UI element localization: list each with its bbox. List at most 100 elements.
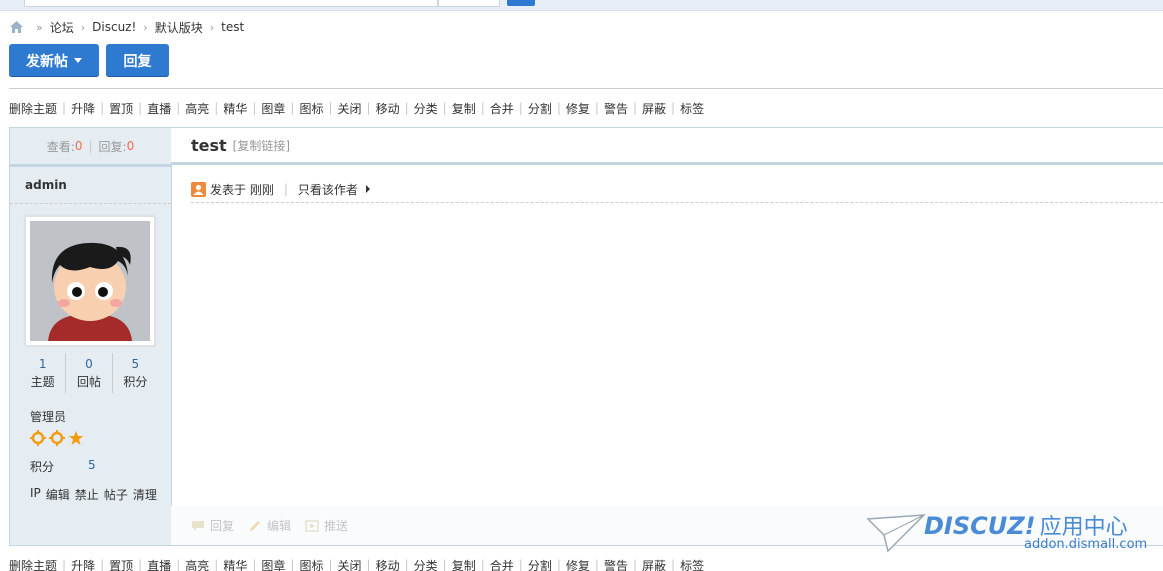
views-count: 0 — [74, 139, 83, 153]
search-type-select[interactable] — [438, 0, 500, 7]
mod-split[interactable]: 分割 — [528, 100, 552, 117]
mod-split[interactable]: 分割 — [528, 557, 552, 571]
author-sidebar: 查看: 0 | 回复: 0 admin 1 主题 0 回帖 5 积分 管理员 积… — [9, 128, 172, 545]
breadcrumb-separator: › — [143, 20, 148, 34]
thread-title-row: test [复制链接] — [171, 128, 1163, 165]
user-group[interactable]: 管理员 — [30, 408, 66, 425]
rank-stars — [30, 430, 84, 446]
post-meta: 发表于 刚刚 | 只看该作者 — [191, 176, 1163, 203]
mod-stick[interactable]: 置顶 — [109, 100, 133, 117]
mod-repair[interactable]: 修复 — [566, 557, 590, 571]
credits-row: 积分 5 — [30, 458, 96, 475]
mod-stick[interactable]: 置顶 — [109, 557, 133, 571]
mod-close[interactable]: 关闭 — [338, 557, 362, 571]
admin-posts-link[interactable]: 帖子 — [104, 486, 128, 503]
mod-live[interactable]: 直播 — [147, 557, 171, 571]
admin-edit-link[interactable]: 编辑 — [46, 486, 70, 503]
watermark-url: addon.dismall.com — [1024, 537, 1148, 552]
admin-ip-link[interactable]: IP — [30, 486, 41, 503]
copy-link-button[interactable]: [复制链接] — [233, 137, 290, 154]
mod-move[interactable]: 移动 — [376, 100, 400, 117]
pencil-icon — [250, 520, 261, 531]
mod-warn[interactable]: 警告 — [604, 100, 628, 117]
mod-ban[interactable]: 屏蔽 — [642, 100, 666, 117]
avatar[interactable] — [25, 216, 155, 346]
breadcrumb-group[interactable]: Discuz! — [92, 20, 136, 34]
breadcrumb-forum[interactable]: 论坛 — [50, 19, 74, 36]
sun-icon — [49, 430, 65, 446]
only-author-link[interactable]: 只看该作者 — [298, 181, 358, 198]
author-stat-credits[interactable]: 5 积分 — [111, 353, 158, 393]
mod-repair[interactable]: 修复 — [566, 100, 590, 117]
triangle-right-icon — [365, 185, 370, 193]
admin-clean-link[interactable]: 清理 — [133, 486, 157, 503]
mod-category[interactable]: 分类 — [414, 557, 438, 571]
mod-bump[interactable]: 升降 — [71, 100, 95, 117]
mod-tags[interactable]: 标签 — [680, 100, 704, 117]
breadcrumb-separator: › — [209, 20, 215, 34]
post-edit-button[interactable]: 编辑 — [248, 517, 291, 534]
thread-title: test — [191, 135, 227, 155]
post-reply-button[interactable]: 回复 — [191, 517, 234, 534]
mod-copy[interactable]: 复制 — [452, 100, 476, 117]
search-input[interactable] — [24, 0, 438, 7]
star-icon — [69, 431, 83, 445]
replies-label: 回复: — [98, 139, 127, 154]
post-time: 发表于 刚刚 — [210, 182, 274, 197]
mod-ban[interactable]: 屏蔽 — [642, 557, 666, 571]
author-stat-threads[interactable]: 1 主题 — [20, 353, 65, 393]
thread-stats: 查看: 0 | 回复: 0 — [10, 128, 171, 167]
search-button[interactable] — [507, 0, 535, 6]
post-container: 查看: 0 | 回复: 0 admin 1 主题 0 回帖 5 积分 管理员 积… — [9, 127, 1163, 546]
mod-tags[interactable]: 标签 — [680, 557, 704, 571]
credits-label: 积分 — [30, 460, 55, 474]
mod-stamp[interactable]: 图章 — [261, 557, 285, 571]
new-post-label: 发新帖 — [26, 53, 68, 70]
author-stat-posts[interactable]: 0 回帖 — [65, 353, 111, 393]
mod-delete[interactable]: 删除主题 — [9, 557, 57, 571]
author-name[interactable]: admin — [10, 167, 171, 204]
mod-digest[interactable]: 精华 — [223, 557, 247, 571]
mod-warn[interactable]: 警告 — [604, 557, 628, 571]
mod-highlight[interactable]: 高亮 — [185, 557, 209, 571]
mod-merge[interactable]: 合并 — [490, 100, 514, 117]
author-name-text: admin — [25, 178, 67, 192]
mod-copy[interactable]: 复制 — [452, 557, 476, 571]
new-post-button[interactable]: 发新帖 — [9, 44, 99, 77]
reply-label: 回复 — [123, 53, 152, 70]
author-stats: 1 主题 0 回帖 5 积分 — [20, 353, 158, 393]
online-user-icon — [191, 181, 206, 197]
mod-move[interactable]: 移动 — [376, 557, 400, 571]
sun-icon — [30, 430, 46, 446]
breadcrumb-separator: » — [36, 20, 43, 34]
mod-category[interactable]: 分类 — [414, 100, 438, 117]
moderation-bar-top: 删除主题 | 升降 | 置顶 | 直播 | 高亮 | 精华 | 图章 | 图标 | 关闭 | 移动… — [9, 100, 705, 117]
push-icon — [305, 519, 319, 532]
mod-digest[interactable]: 精华 — [223, 100, 247, 117]
watermark: DISCUZ! 应用中心 addon.dismall.com — [862, 505, 1162, 555]
views-label: 查看: — [46, 139, 75, 154]
divider — [9, 88, 1163, 89]
mod-highlight[interactable]: 高亮 — [185, 100, 209, 117]
home-icon[interactable] — [10, 21, 23, 33]
mod-live[interactable]: 直播 — [147, 100, 171, 117]
breadcrumb-board[interactable]: 默认版块 — [155, 19, 203, 36]
post-push-button[interactable]: 推送 — [305, 517, 348, 534]
moderation-bar-bottom: 删除主题 | 升降 | 置顶 | 直播 | 高亮 | 精华 | 图章 | 图标 | 关闭 | 移动… — [9, 557, 704, 571]
breadcrumb-thread[interactable]: test — [221, 20, 244, 34]
mod-stamp[interactable]: 图章 — [261, 100, 285, 117]
comment-icon — [192, 520, 204, 531]
mod-merge[interactable]: 合并 — [490, 557, 514, 571]
mod-icon[interactable]: 图标 — [299, 557, 323, 571]
mod-icon[interactable]: 图标 — [299, 100, 323, 117]
breadcrumb-separator: › — [80, 20, 86, 34]
mod-bump[interactable]: 升降 — [71, 557, 95, 571]
replies-count: 0 — [126, 139, 135, 153]
page: » 论坛 › Discuz! › 默认版块 › test 发新帖 回复 删除主题… — [0, 0, 1163, 571]
reply-button[interactable]: 回复 — [106, 44, 169, 77]
paper-plane-icon — [866, 514, 926, 553]
mod-close[interactable]: 关闭 — [338, 100, 362, 117]
admin-ban-link[interactable]: 禁止 — [75, 486, 99, 503]
mod-delete[interactable]: 删除主题 — [9, 100, 57, 117]
credits-value: 5 — [88, 458, 96, 472]
